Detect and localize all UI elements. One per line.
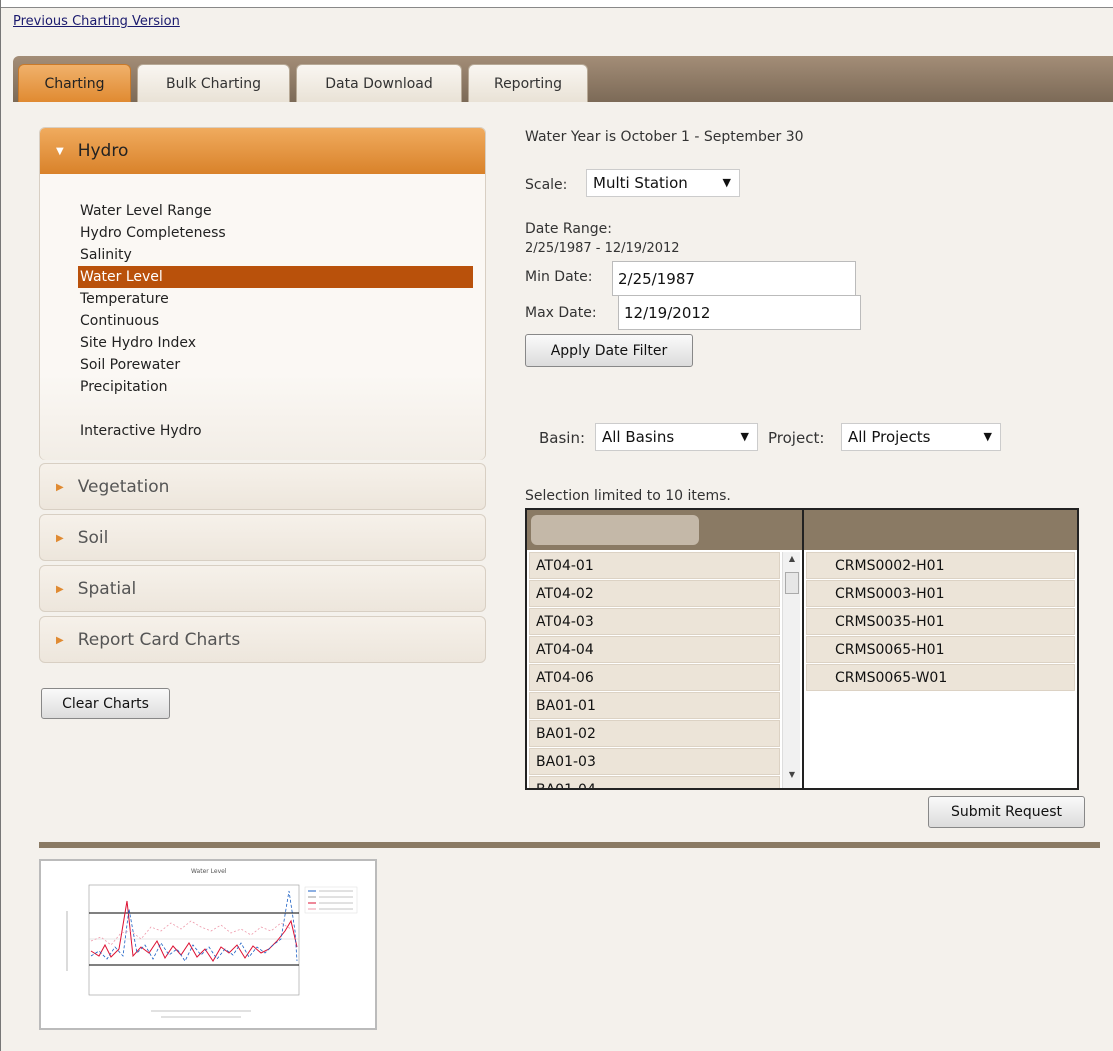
accordion-soil[interactable]: ▶ Soil <box>39 514 486 561</box>
list-item[interactable]: CRMS0035-H01 <box>806 608 1075 635</box>
list-item[interactable]: BA01-01 <box>529 692 780 719</box>
accordion-report-card-title: Report Card Charts <box>77 630 241 650</box>
accordion-soil-title: Soil <box>77 528 109 548</box>
basin-label: Basin: <box>539 429 586 447</box>
tab-bulk-charting[interactable]: Bulk Charting <box>137 64 290 102</box>
list-item[interactable]: BA01-04 <box>529 776 780 788</box>
menu-item-salinity[interactable]: Salinity <box>78 244 473 266</box>
list-item[interactable]: CRMS0065-H01 <box>806 636 1075 663</box>
accordion-report-card-charts[interactable]: ▶ Report Card Charts <box>39 616 486 663</box>
min-date-label: Min Date: <box>525 269 593 285</box>
tab-bar: Charting Bulk Charting Data Download Rep… <box>13 56 1113 102</box>
list-item[interactable]: AT04-01 <box>529 552 780 579</box>
accordion-hydro-header[interactable]: ▼ Hydro <box>40 128 485 174</box>
max-date-input[interactable] <box>618 295 861 330</box>
triangle-right-icon: ▶ <box>56 481 64 493</box>
menu-item-water-level[interactable]: Water Level <box>78 266 473 288</box>
menu-item-site-hydro-index[interactable]: Site Hydro Index <box>78 332 473 354</box>
menu-spacer <box>78 398 473 420</box>
dropdown-arrow-icon: ▼ <box>740 430 749 443</box>
menu-item-continuous[interactable]: Continuous <box>78 310 473 332</box>
top-border <box>0 0 1113 8</box>
selected-stations-list[interactable]: CRMS0002-H01 CRMS0003-H01 CRMS0035-H01 C… <box>804 552 1077 788</box>
accordion-hydro-title: Hydro <box>77 141 129 161</box>
available-list-scrollbar[interactable]: ▲ ▼ <box>782 552 800 788</box>
max-date-label: Max Date: <box>525 305 597 321</box>
basin-value: All Basins <box>602 428 675 446</box>
chart-thumbnail[interactable]: Water Level <box>39 859 377 1030</box>
accordion-vegetation-title: Vegetation <box>77 477 170 497</box>
triangle-down-icon: ▼ <box>56 145 64 157</box>
list-item[interactable]: AT04-03 <box>529 608 780 635</box>
list-item[interactable]: BA01-03 <box>529 748 780 775</box>
accordion-hydro: ▼ Hydro Water Level Range Hydro Complete… <box>39 127 486 460</box>
submit-request-button[interactable]: Submit Request <box>928 796 1085 828</box>
date-range-label: Date Range: <box>525 221 613 237</box>
accordion-spatial[interactable]: ▶ Spatial <box>39 565 486 612</box>
menu-item-water-level-range[interactable]: Water Level Range <box>78 200 473 222</box>
list-item[interactable]: CRMS0065-W01 <box>806 664 1075 691</box>
dropdown-arrow-icon: ▼ <box>983 430 992 443</box>
station-search-box[interactable] <box>531 515 699 545</box>
left-border <box>0 0 1 1051</box>
accordion-vegetation[interactable]: ▶ Vegetation <box>39 463 486 510</box>
list-item[interactable]: AT04-02 <box>529 580 780 607</box>
chart-thumbnail-image: Water Level <box>66 868 358 1018</box>
basin-select[interactable]: All Basins ▼ <box>595 423 758 451</box>
menu-item-temperature[interactable]: Temperature <box>78 288 473 310</box>
list-item[interactable]: BA01-02 <box>529 720 780 747</box>
triangle-right-icon: ▶ <box>56 634 64 646</box>
available-stations-list[interactable]: AT04-01 AT04-02 AT04-03 AT04-04 AT04-06 … <box>527 552 782 788</box>
accordion-spatial-title: Spatial <box>77 579 137 599</box>
scale-value: Multi Station <box>593 174 688 192</box>
project-select[interactable]: All Projects ▼ <box>841 423 1001 451</box>
list-item[interactable]: AT04-06 <box>529 664 780 691</box>
scroll-thumb[interactable] <box>785 572 799 594</box>
list-item[interactable]: CRMS0002-H01 <box>806 552 1075 579</box>
triangle-right-icon: ▶ <box>56 532 64 544</box>
dropdown-arrow-icon: ▼ <box>722 176 731 189</box>
selection-limit-note: Selection limited to 10 items. <box>525 488 731 504</box>
date-range-value: 2/25/1987 - 12/19/2012 <box>525 241 680 256</box>
menu-item-interactive-hydro[interactable]: Interactive Hydro <box>78 420 473 442</box>
project-label: Project: <box>768 429 825 447</box>
list-item[interactable]: CRMS0003-H01 <box>806 580 1075 607</box>
station-picker: AT04-01 AT04-02 AT04-03 AT04-04 AT04-06 … <box>525 508 1079 790</box>
scroll-up-icon[interactable]: ▲ <box>783 554 801 570</box>
min-date-input[interactable] <box>612 261 856 296</box>
tab-data-download[interactable]: Data Download <box>296 64 462 102</box>
scale-select[interactable]: Multi Station ▼ <box>586 169 740 197</box>
tab-reporting[interactable]: Reporting <box>468 64 588 102</box>
scroll-down-icon[interactable]: ▼ <box>783 770 801 786</box>
water-year-note: Water Year is October 1 - September 30 <box>525 129 804 145</box>
previous-charting-version-link[interactable]: Previous Charting Version <box>13 14 180 29</box>
section-separator <box>39 842 1100 848</box>
thumbnail-title: Water Level <box>191 868 227 875</box>
scale-label: Scale: <box>525 177 568 193</box>
hydro-menu: Water Level Range Hydro Completeness Sal… <box>40 174 485 460</box>
tab-charting[interactable]: Charting <box>18 64 131 102</box>
menu-item-soil-porewater[interactable]: Soil Porewater <box>78 354 473 376</box>
triangle-right-icon: ▶ <box>56 583 64 595</box>
list-item[interactable]: AT04-04 <box>529 636 780 663</box>
clear-charts-button[interactable]: Clear Charts <box>41 688 170 719</box>
apply-date-filter-button[interactable]: Apply Date Filter <box>525 334 693 367</box>
menu-item-hydro-completeness[interactable]: Hydro Completeness <box>78 222 473 244</box>
menu-item-precipitation[interactable]: Precipitation <box>78 376 473 398</box>
project-value: All Projects <box>848 428 931 446</box>
